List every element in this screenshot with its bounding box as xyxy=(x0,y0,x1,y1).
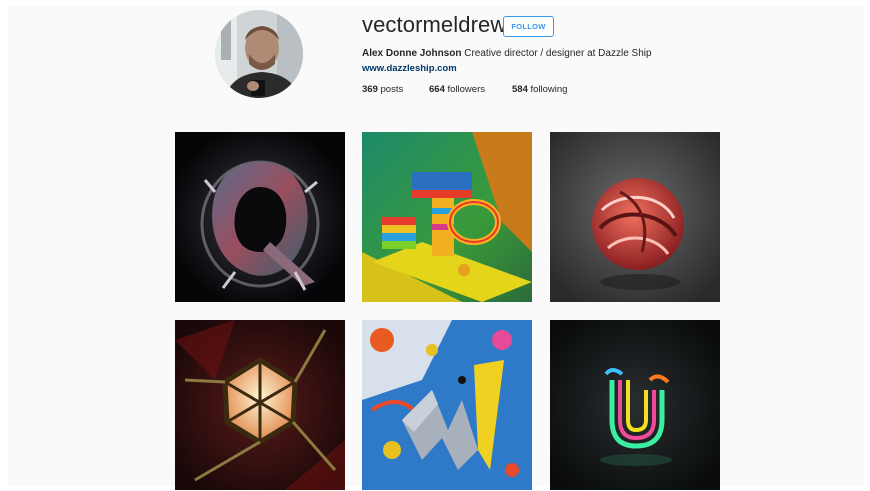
profile-full-name: Alex Donne Johnson xyxy=(362,48,462,59)
profile-bio-text: Creative director / designer at Dazzle S… xyxy=(464,48,652,59)
profile-username: vectormeldrew xyxy=(362,12,507,37)
post-image-red-swirl-sphere xyxy=(550,132,720,302)
posts-label: posts xyxy=(380,84,404,95)
post-image-colorful-letter-t xyxy=(362,132,532,302)
followers-label: followers xyxy=(447,84,486,95)
following-label: following xyxy=(530,84,568,95)
profile-avatar[interactable] xyxy=(215,10,303,98)
followers-stat[interactable]: 664 followers xyxy=(429,84,485,95)
post-tile-3[interactable] xyxy=(550,132,720,302)
posts-count: 369 xyxy=(362,84,378,95)
followers-count: 664 xyxy=(429,84,445,95)
post-image-neon-letter-u xyxy=(550,320,720,490)
post-image-paint-splatter-m xyxy=(362,320,532,490)
post-tile-2[interactable] xyxy=(362,132,532,302)
post-image-glowing-polyhedron xyxy=(175,320,345,490)
following-count: 584 xyxy=(512,84,528,95)
profile-website-link[interactable]: www.dazzleship.com xyxy=(362,63,457,74)
post-tile-5[interactable] xyxy=(362,320,532,490)
following-stat[interactable]: 584 following xyxy=(512,84,567,95)
follow-button[interactable]: FOLLOW xyxy=(503,16,554,37)
post-tile-4[interactable] xyxy=(175,320,345,490)
profile-bio: Alex Donne Johnson Creative director / d… xyxy=(362,48,652,59)
post-image-dark-letter-q xyxy=(175,132,345,302)
posts-stat: 369 posts xyxy=(362,84,403,95)
post-tile-1[interactable] xyxy=(175,132,345,302)
post-tile-6[interactable] xyxy=(550,320,720,490)
avatar-image xyxy=(215,10,303,98)
